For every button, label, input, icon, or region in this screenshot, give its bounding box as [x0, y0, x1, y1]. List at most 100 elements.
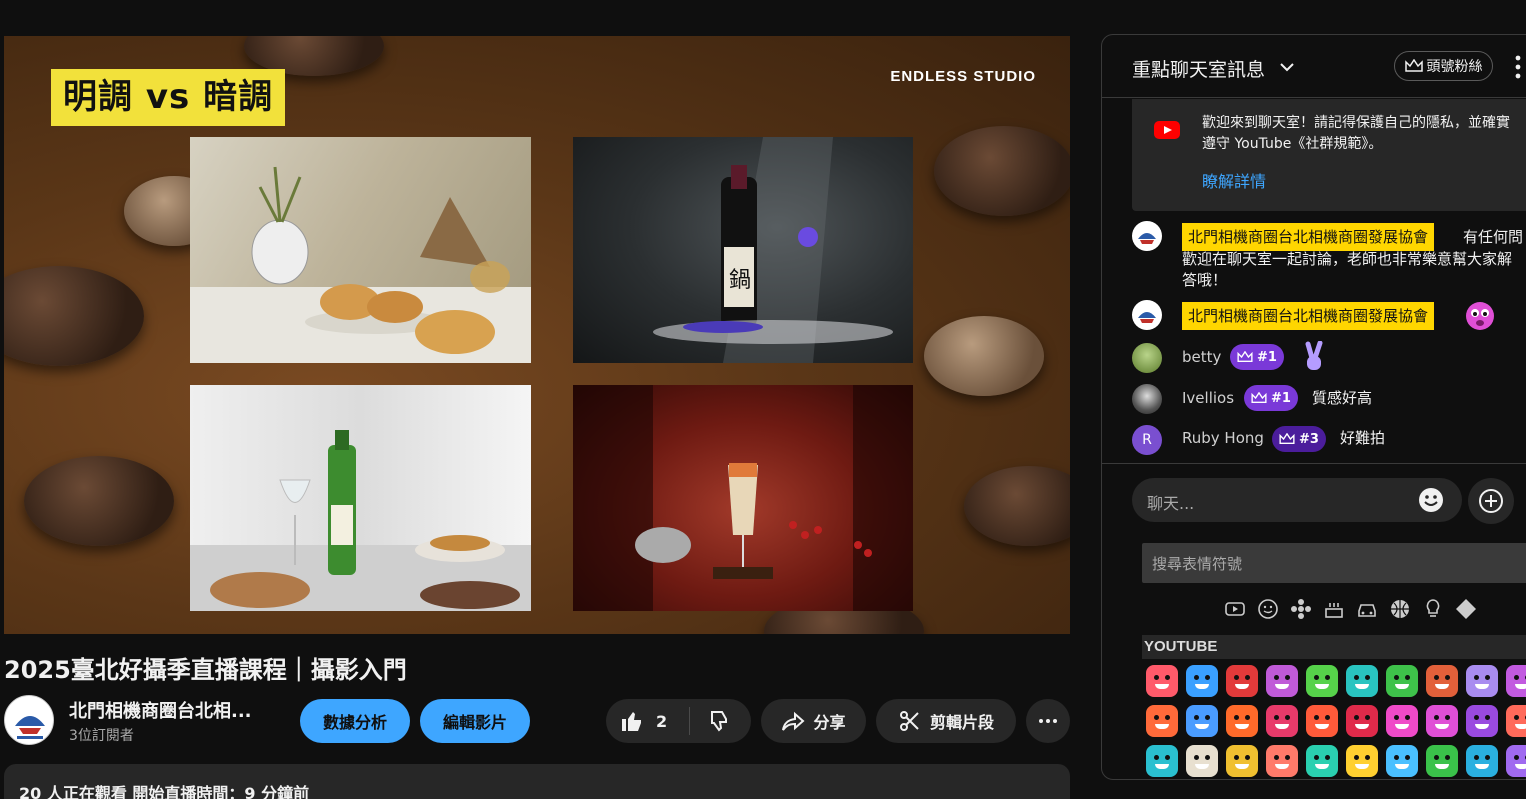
emote-hand-wave-icon[interactable] — [1506, 745, 1526, 777]
member-rank: #3 — [1299, 431, 1319, 447]
message-text: 歡迎在聊天室一起討論，老師也非常樂意幫大家解 — [1182, 250, 1513, 268]
avatar[interactable] — [1132, 221, 1162, 251]
more-horizontal-icon — [1039, 719, 1057, 723]
emote-pink-face-icon[interactable] — [1506, 665, 1526, 697]
message-text: 好難拍 — [1340, 429, 1386, 447]
live-status: 20 人正在觀看 開始直播時間：9 分鐘前 — [19, 784, 310, 799]
video-player[interactable]: 明調 vs 暗調 ENDLESS STUDIO 鍋 — [4, 36, 1070, 634]
message-text: 答哦！ — [1182, 271, 1228, 289]
crown-icon — [1404, 59, 1423, 72]
top-fans-label: 頭號粉絲 — [1426, 59, 1483, 75]
top-fans-button[interactable]: 頭號粉絲 — [1394, 51, 1493, 81]
chat-mode-selector[interactable]: 重點聊天室訊息 — [1132, 55, 1265, 82]
thumbs-down-icon[interactable] — [708, 709, 732, 733]
emote-mask-icon[interactable] — [1306, 745, 1338, 777]
smiley-category-icon[interactable] — [1257, 598, 1279, 620]
emote-scream-icon[interactable] — [1306, 705, 1338, 737]
photo-bright-wine — [190, 385, 531, 611]
avatar[interactable] — [1132, 343, 1162, 373]
more-vertical-icon[interactable] — [1512, 53, 1524, 81]
objects-category-icon[interactable] — [1422, 598, 1444, 620]
author-name[interactable]: Ruby Hong — [1182, 429, 1264, 447]
emoji-section-label: YOUTUBE — [1142, 635, 1526, 659]
decor — [4, 266, 144, 366]
youtube-category-icon[interactable] — [1224, 598, 1246, 620]
emote-red-face-icon[interactable] — [1226, 665, 1258, 697]
emote-ghost-icon[interactable] — [1186, 705, 1218, 737]
food-category-icon[interactable] — [1323, 598, 1345, 620]
edit-video-button[interactable]: 編輯影片 — [420, 699, 530, 743]
crown-icon — [1251, 392, 1267, 403]
emote-star-icon[interactable] — [1346, 745, 1378, 777]
welcome-line-2: 遵守 YouTube《社群規範》。 — [1202, 136, 1383, 152]
more-actions-button[interactable] — [1026, 699, 1070, 743]
emote-angry-icon[interactable] — [1226, 705, 1258, 737]
scissors-icon — [899, 711, 919, 731]
channel-name[interactable]: 北門相機商圈台北相... — [69, 697, 252, 723]
emoji-search-input[interactable]: 搜尋表情符號 — [1142, 543, 1526, 583]
emote-wave-icon[interactable] — [1346, 665, 1378, 697]
emote-shocked-icon[interactable] — [1426, 705, 1458, 737]
share-label: 分享 — [813, 713, 846, 732]
emote-trophy-icon[interactable] — [1226, 745, 1258, 777]
avatar[interactable]: R — [1132, 425, 1162, 455]
member-badge: #1 — [1244, 385, 1298, 411]
symbols-category-icon[interactable] — [1455, 598, 1477, 620]
emote-blue-face-icon[interactable] — [1186, 665, 1218, 697]
decor — [24, 456, 174, 546]
chevron-down-icon[interactable] — [1277, 57, 1297, 77]
moderator-name[interactable]: 北門相機商圈台北相機商圈發展協會 — [1182, 302, 1435, 330]
like-button[interactable]: 2 — [620, 709, 667, 733]
divider — [689, 707, 691, 735]
travel-category-icon[interactable] — [1356, 598, 1378, 620]
member-rank: #1 — [1271, 390, 1291, 406]
message-text: 質感好高 — [1312, 389, 1373, 407]
share-icon — [782, 711, 806, 731]
emoji-search-placeholder: 搜尋表情符號 — [1152, 555, 1243, 573]
moderator-name[interactable]: 北門相機商圈台北相機商圈發展協會 — [1182, 223, 1435, 251]
chat-message: Ivellios #1 質感好高 — [1102, 382, 1526, 416]
emote-hand-icon[interactable] — [1146, 665, 1178, 697]
avatar[interactable] — [1132, 300, 1162, 330]
emote-dino-icon[interactable] — [1426, 745, 1458, 777]
emote-glasses-icon[interactable] — [1466, 705, 1498, 737]
add-button[interactable] — [1468, 478, 1514, 524]
channel-avatar[interactable] — [4, 695, 54, 745]
description-box[interactable]: 20 人正在觀看 開始直播時間：9 分鐘前 — [4, 764, 1070, 799]
emote-pink-face-icon — [1466, 302, 1494, 330]
emoji-category-bar — [1224, 597, 1477, 621]
share-button[interactable]: 分享 — [761, 699, 866, 743]
emote-purple-face-icon[interactable] — [1466, 665, 1498, 697]
analytics-button[interactable]: 數據分析 — [300, 699, 410, 743]
emote-cry-icon[interactable] — [1506, 705, 1526, 737]
clip-button[interactable]: 剪輯片段 — [876, 699, 1016, 743]
emote-green-face-icon[interactable] — [1386, 665, 1418, 697]
emote-shark-icon[interactable] — [1466, 745, 1498, 777]
author-name[interactable]: betty — [1182, 348, 1221, 366]
emote-heart-eyes-icon[interactable] — [1266, 745, 1298, 777]
emote-fire-icon[interactable] — [1146, 705, 1178, 737]
emoji-icon[interactable] — [1418, 487, 1444, 513]
like-count: 2 — [656, 711, 668, 731]
decor — [964, 466, 1070, 546]
activities-category-icon[interactable] — [1389, 598, 1411, 620]
nature-category-icon[interactable] — [1290, 598, 1312, 620]
emote-laugh-icon[interactable] — [1266, 665, 1298, 697]
emote-swirl-icon[interactable] — [1386, 705, 1418, 737]
chat-header: 重點聊天室訊息 頭號粉絲 — [1102, 35, 1526, 98]
photo-dark-cocktail — [573, 385, 913, 611]
learn-more-link[interactable]: 瞭解詳情 — [1202, 168, 1266, 192]
chat-input[interactable]: 聊天... — [1132, 478, 1462, 522]
emote-shout-icon[interactable] — [1266, 705, 1298, 737]
emote-heart-icon[interactable] — [1346, 705, 1378, 737]
emote-orange-face-icon[interactable] — [1426, 665, 1458, 697]
emote-grid — [1146, 665, 1526, 777]
photo-bright-pastries — [190, 137, 531, 363]
emote-skull-icon[interactable] — [1186, 745, 1218, 777]
divider — [1102, 463, 1526, 464]
emote-fish-icon[interactable] — [1146, 745, 1178, 777]
author-name[interactable]: Ivellios — [1182, 389, 1234, 407]
emote-game-over-icon[interactable] — [1306, 665, 1338, 697]
avatar[interactable] — [1132, 384, 1162, 414]
emote-bird-icon[interactable] — [1386, 745, 1418, 777]
